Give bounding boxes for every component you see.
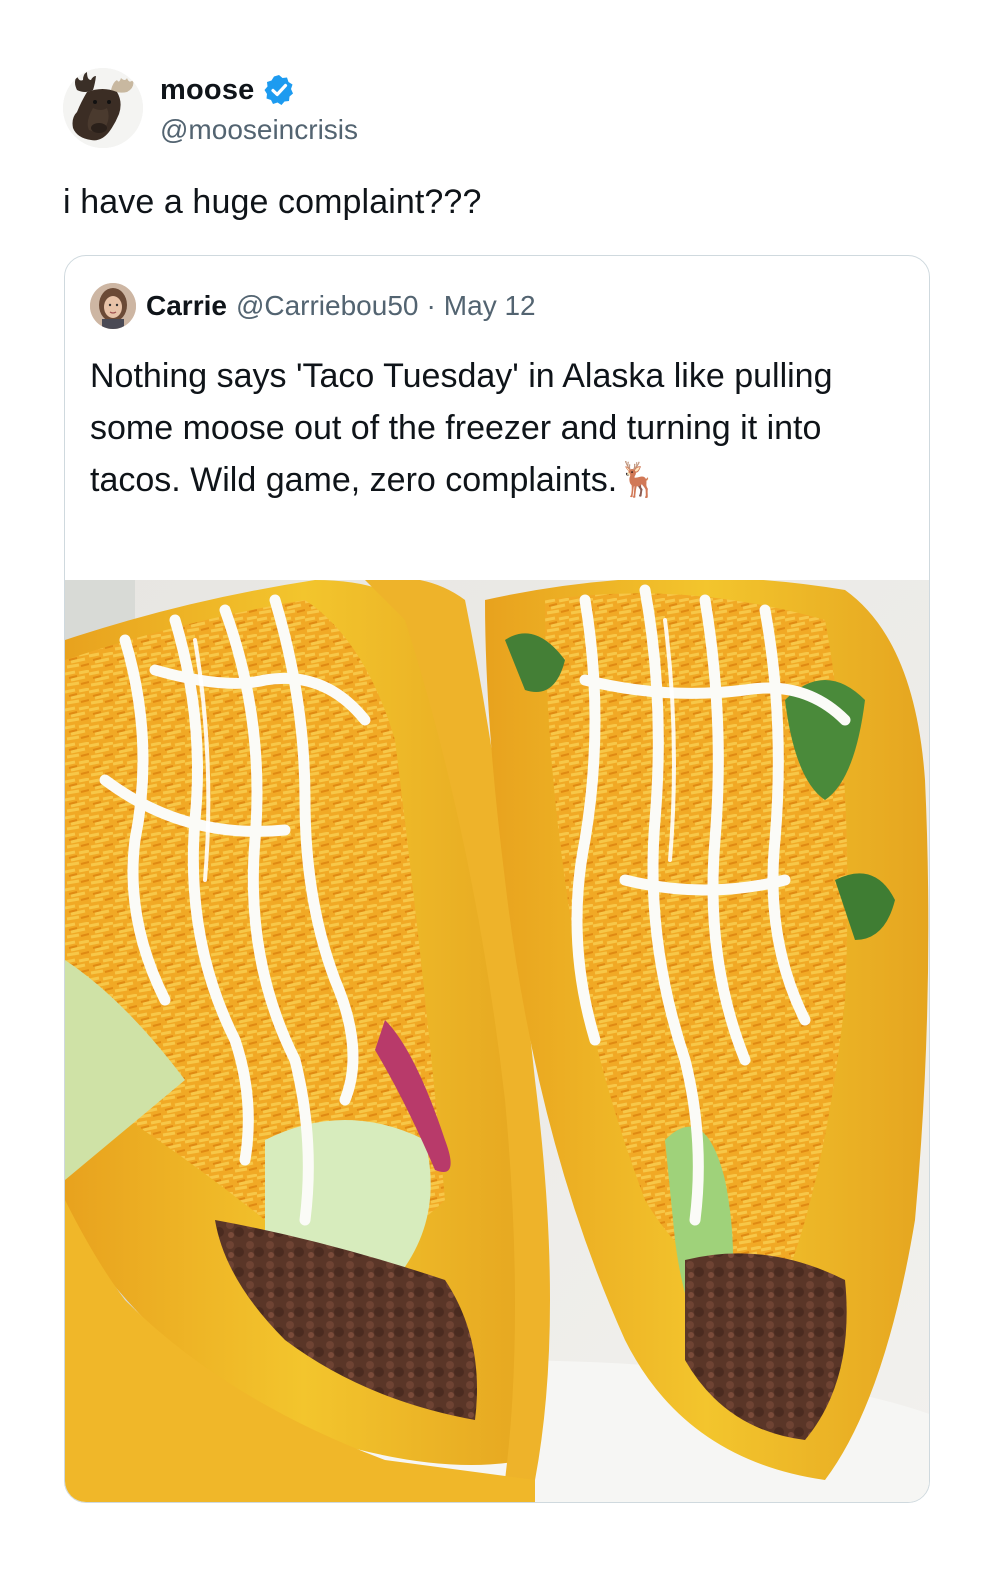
quoted-handle[interactable]: @Carriebou50 [236, 290, 419, 322]
tweet-header: moose @mooseincrisis [63, 68, 358, 148]
moose-icon [63, 68, 143, 148]
author-handle[interactable]: @mooseincrisis [160, 114, 358, 146]
quoted-tweet[interactable]: Carrie @Carriebou50 · May 12 Nothing say… [64, 255, 930, 1503]
name-row: moose [160, 72, 358, 108]
verified-badge-icon [263, 74, 295, 106]
author-display-name[interactable]: moose [160, 74, 254, 107]
taco-photo[interactable] [65, 580, 929, 1502]
quoted-avatar[interactable] [90, 283, 136, 329]
separator-dot: · [426, 290, 436, 321]
tweet: moose @mooseincrisis i have a huge compl… [0, 0, 1000, 1578]
quoted-tweet-header: Carrie @Carriebou50 · May 12 [90, 282, 536, 330]
quoted-text: Nothing says 'Taco Tuesday' in Alaska li… [90, 357, 833, 499]
avatar[interactable] [63, 68, 143, 148]
quoted-date[interactable]: May 12 [444, 290, 536, 322]
quoted-display-name[interactable]: Carrie [146, 290, 227, 322]
author-info: moose @mooseincrisis [160, 72, 358, 146]
tweet-text: i have a huge complaint??? [63, 183, 482, 221]
